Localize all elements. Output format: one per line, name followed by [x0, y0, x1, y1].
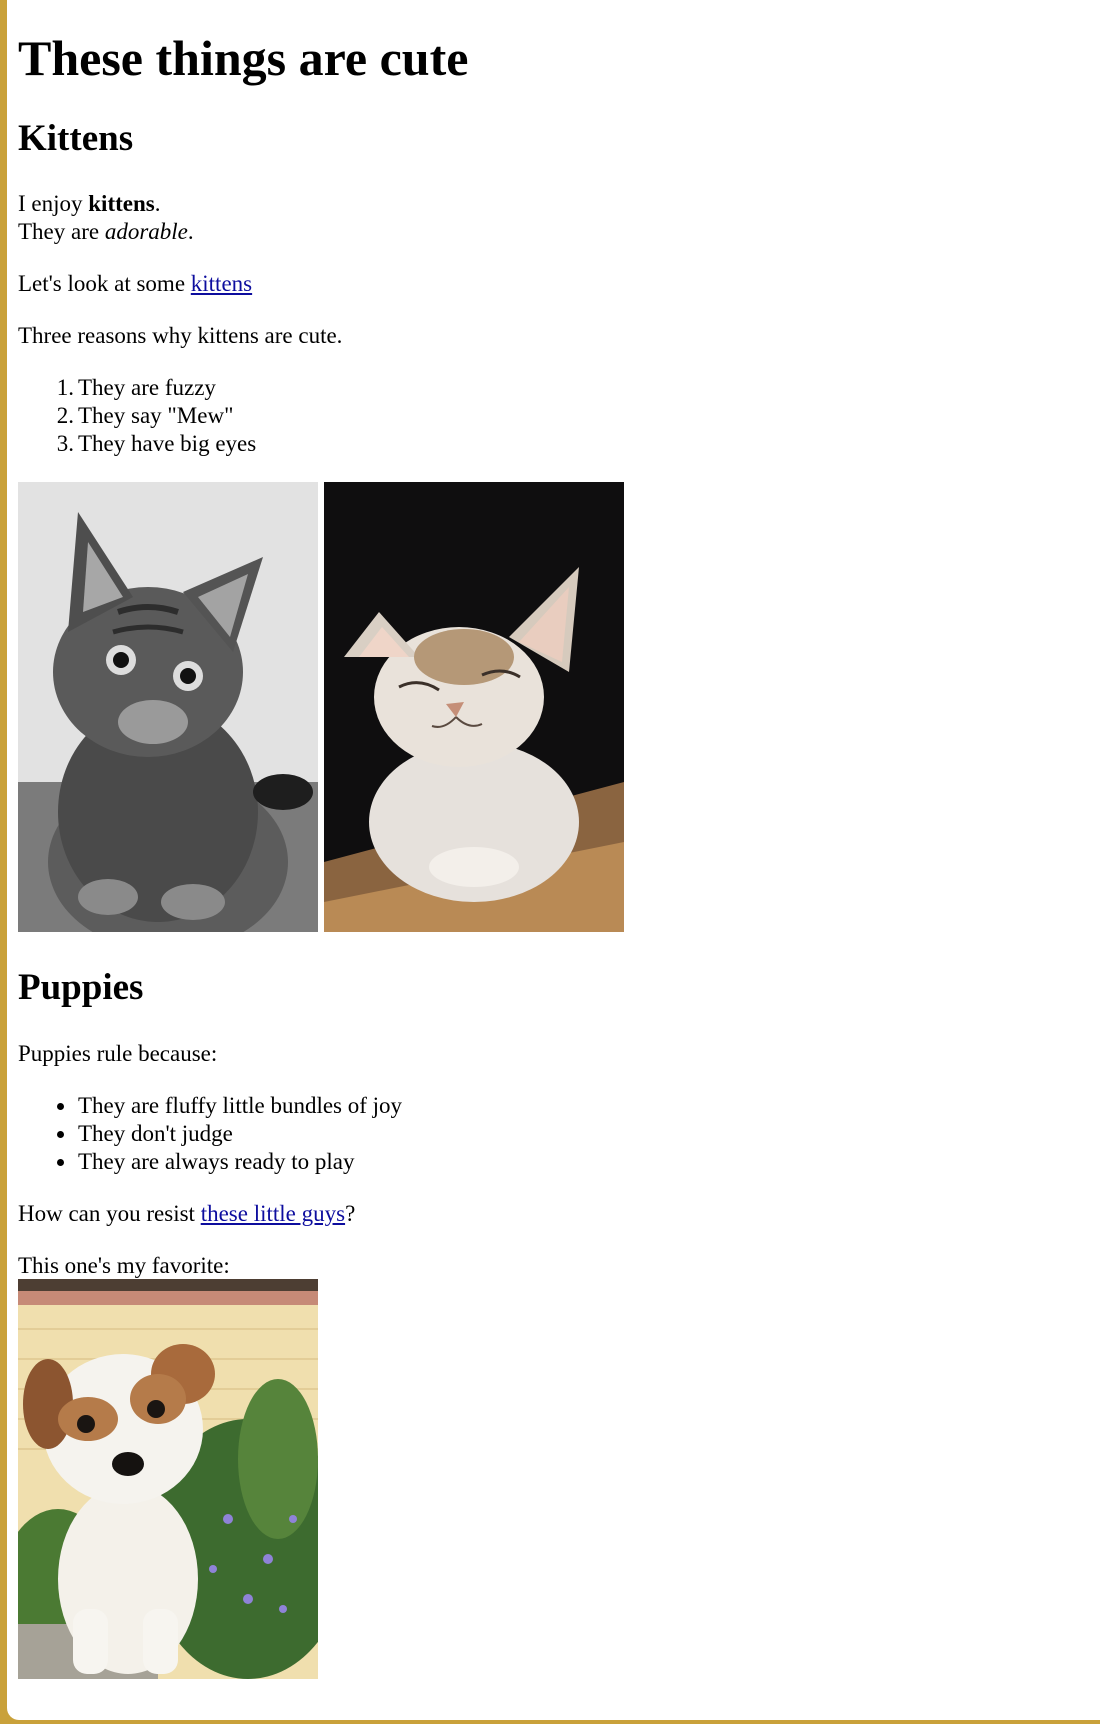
list-item-text: They don't judge [78, 1121, 233, 1146]
reasons-intro: Three reasons why kittens are cute. [18, 323, 343, 348]
look-text: Let's look at some [18, 271, 191, 296]
puppies-link[interactable]: these little guys [201, 1201, 345, 1226]
adorable-italic: adorable [104, 219, 188, 244]
puppy-reasons-list: They are fluffy little bundles of joy Th… [18, 1092, 402, 1176]
list-item: They don't judge [18, 1120, 402, 1148]
list-number: 2. [56, 403, 74, 428]
list-item: 1. They are fuzzy [18, 374, 256, 402]
puppies-intro: Puppies rule because: [18, 1041, 218, 1066]
enjoy-period: . [154, 191, 161, 216]
favorite-line: This one's my favorite: [18, 1253, 230, 1278]
list-item-text: They say "Mew" [78, 403, 234, 428]
list-item: They are always ready to play [18, 1148, 402, 1176]
list-item: 3. They have big eyes [18, 430, 256, 458]
enjoy-bold: kittens [88, 191, 155, 216]
resist-punct: ? [345, 1201, 356, 1226]
enjoy-text: I enjoy [18, 191, 89, 216]
kitten-reasons-list: 1. They are fuzzy 2. They say "Mew" 3. They… [18, 374, 256, 458]
list-number: 1. [56, 375, 74, 400]
resist-line: How can you resist these little guys? [18, 1200, 355, 1228]
cream-kitten-image [324, 482, 624, 932]
page: These things are cute Kittens I enjoy ki… [7, 0, 1100, 1720]
list-item-text: They are fluffy little bundles of joy [78, 1093, 403, 1118]
list-number: 3. [56, 431, 74, 456]
bullet-icon [57, 1131, 64, 1138]
tabby-kitten-image [18, 482, 318, 932]
list-item-text: They are fuzzy [78, 375, 216, 400]
bullet-icon [57, 1103, 64, 1110]
resist-text: How can you resist [18, 1201, 201, 1226]
puppy-photo [18, 1279, 318, 1679]
kitten-photo-1 [18, 482, 318, 932]
list-item-text: They have big eyes [78, 431, 257, 456]
kitten-photo-2 [324, 482, 624, 932]
puppy-image [18, 1279, 318, 1679]
adorable-period: . [187, 219, 194, 244]
adorable-line: They are adorable. [18, 218, 194, 246]
list-item-text: They are always ready to play [78, 1149, 355, 1174]
list-item: 2. They say "Mew" [18, 402, 256, 430]
puppies-heading: Puppies [18, 967, 144, 1008]
enjoy-line: I enjoy kittens. [18, 190, 160, 218]
kittens-link[interactable]: kittens [191, 271, 252, 296]
page-title: These things are cute [18, 30, 469, 86]
list-item: They are fluffy little bundles of joy [18, 1092, 402, 1120]
adorable-text: They are [18, 219, 105, 244]
look-line: Let's look at some kittens [18, 270, 252, 298]
kittens-heading: Kittens [18, 118, 134, 159]
bullet-icon [57, 1159, 64, 1166]
